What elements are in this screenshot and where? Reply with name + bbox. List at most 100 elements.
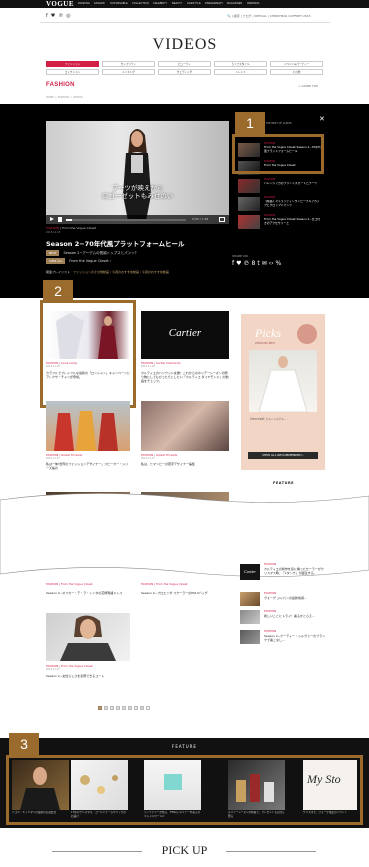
page-title: VIDEOS <box>152 36 218 53</box>
page-link[interactable]: 1 <box>98 706 102 710</box>
card-date: 2015.11.18 <box>141 365 155 368</box>
side-thumbnail[interactable] <box>240 610 260 624</box>
page-link[interactable]: 5 <box>122 706 126 710</box>
guide-top-link[interactable]: < GUIDE TOP <box>298 84 318 88</box>
heart-share-icon[interactable]: ♥ <box>236 260 241 268</box>
subnav-making[interactable]: メイキング <box>102 69 155 75</box>
model-figure <box>123 129 151 221</box>
social-row: f ♥ ℗ ◎ <box>46 13 71 19</box>
feature-title: FEATURE <box>172 744 197 749</box>
side-category: FASHION <box>264 629 277 633</box>
view-all-row[interactable]: VIEW ALL From the Vogue Closet › <box>46 258 111 264</box>
close-icon[interactable]: ✕ <box>319 116 325 123</box>
instagram-icon[interactable]: ◎ <box>66 13 70 19</box>
player-controls: 0:00 / 1:26 <box>46 215 229 224</box>
subnav-beauty[interactable]: ビューティ <box>158 61 211 67</box>
nav-collection[interactable]: COLLECTION <box>132 0 149 8</box>
cartier-logo: Cartier <box>168 327 202 339</box>
page-link[interactable]: 2 <box>104 706 108 710</box>
page-link[interactable]: 6 <box>128 706 132 710</box>
annotation-box-2 <box>40 300 136 408</box>
side-thumbnail[interactable] <box>240 630 260 644</box>
page-link[interactable]: 7 <box>134 706 138 710</box>
breadcrumb[interactable]: HOME > FASHION > VIDEOS <box>46 96 83 99</box>
facebook-share-icon[interactable]: f <box>232 260 234 268</box>
card-image[interactable] <box>46 401 130 451</box>
card-image[interactable]: Cartier <box>141 311 229 359</box>
page-link[interactable]: 8 <box>140 706 144 710</box>
card-text[interactable]: Season 2−オスカー・デ・ラ・レンタの花柄刺繍ドレス <box>46 591 130 603</box>
facebook-icon[interactable]: f <box>46 13 48 19</box>
seek-progress <box>66 219 72 221</box>
pickup-heading: PICK UP <box>161 843 208 857</box>
twitter-icon[interactable]: ♥ <box>51 13 55 19</box>
fullscreen-icon[interactable] <box>219 217 225 222</box>
side-text[interactable]: 新しいことにトライ！着るかとらえ... <box>264 614 326 622</box>
link-share-icon[interactable]: % <box>276 260 282 268</box>
play-icon[interactable] <box>50 217 54 221</box>
nav-lifestyle[interactable]: LIFESTYLE <box>187 0 201 8</box>
utility-links[interactable]: 🔍 | 検索 | ブログ | SPECIAL | CHRISTMAS COFFR… <box>227 13 311 19</box>
playlist-item[interactable]: FASHION 【特集】ストラッティンワンピーブルアカップとクロップドパンツ <box>238 196 324 212</box>
thumbnail <box>238 197 260 211</box>
pinterest-icon[interactable]: ℗ <box>58 13 63 19</box>
googleplus-share-icon[interactable]: 8 <box>252 260 256 268</box>
ad-subheading: WEDDING BETA <box>255 342 276 345</box>
card-text[interactable]: Season 2−女性らしさを表現できるコート <box>46 674 130 682</box>
related-playlist: 関連プレイリスト ファッションのその他動画 / 今週のおすすめ動画 / 今週のお… <box>46 270 169 274</box>
side-text[interactable]: Season 2−ケーティー・シルヴァーのブランクで着こなし... <box>264 634 326 646</box>
annotation-box-3 <box>6 755 363 825</box>
thumbnail <box>238 215 260 229</box>
subnav-wedding[interactable]: ウェディング <box>158 69 211 75</box>
card-image[interactable] <box>141 401 229 451</box>
tumblr-share-icon[interactable]: t <box>257 260 259 268</box>
pinterest-share-icon[interactable]: ℗ <box>244 260 250 268</box>
playlist-item[interactable]: FASHION バレンシアガのプリントスカートとブーツ <box>238 178 324 194</box>
card-image[interactable] <box>46 613 130 661</box>
page-link[interactable]: 3 <box>110 706 114 710</box>
nav-sustainable[interactable]: SUSTAINABLE <box>110 0 128 8</box>
card-text[interactable]: カルティエのハリウッド女優！これからのホリデーシーズンの贈り物にしてもぴったりと… <box>141 371 229 387</box>
nav-fashion[interactable]: FASHION <box>94 0 105 8</box>
subnav-events[interactable]: イベント&パーティー <box>270 61 323 67</box>
embed-share-icon[interactable]: ‹› <box>269 260 274 268</box>
nav-wedding[interactable]: WEDDING <box>247 0 260 8</box>
annotation-label-2: 2 <box>43 280 73 302</box>
card-text[interactable]: Season 2−プロエンザ スクーラーのPS13バッグ <box>141 591 229 603</box>
side-thumbnail[interactable] <box>240 592 260 606</box>
video-player[interactable]: ブーツが映えから ロゴーゼットもみせのい 0:00 / 1:26 <box>46 121 229 224</box>
side-category: FASHION <box>264 562 277 566</box>
side-thumbnail[interactable]: Cartier <box>240 564 260 580</box>
nav-ranking[interactable]: RANKING <box>78 0 90 8</box>
playlist-item[interactable]: FASHION From the Vogue Closet Season 2−ロ… <box>238 214 324 230</box>
card-text[interactable]: 私は一体!世界のファッションデザイナー」スピーカー・シリーズ編の <box>46 462 130 474</box>
subnav-trend[interactable]: トレンド <box>214 69 267 75</box>
card-text[interactable]: 私は、ヒマンビーの若手デザイナー編集 <box>141 462 229 474</box>
seek-bar[interactable] <box>66 219 186 221</box>
thumbnail <box>238 179 260 193</box>
nav-magazines[interactable]: MAGAZINES <box>227 0 242 8</box>
next-row[interactable]: NEXT Season 2−アーデムの長袖トップスとパンツ? <box>46 250 137 256</box>
nav-celebrity[interactable]: CELEBRITY <box>153 0 167 8</box>
side-category: FASHION <box>264 591 277 595</box>
next-page-link[interactable]: › <box>146 706 150 710</box>
side-text[interactable]: ヴォーグ ジャパンの最新情報... <box>264 596 326 604</box>
nav-finejewelry[interactable]: FINEJEWELRY <box>205 0 223 8</box>
subnav-collection[interactable]: コレクション <box>46 69 99 75</box>
side-text[interactable]: カルティエの新作を身に纏ったセーラーがクリスマス時、「Lタンク」が誕生する。 <box>264 567 326 587</box>
subnav-fashion[interactable]: ファッション <box>46 61 99 67</box>
mail-share-icon[interactable]: ✉ <box>262 260 267 268</box>
subnav-lifestyle[interactable]: ライフスタイル <box>214 61 267 67</box>
vogue-logo[interactable]: VOGUE <box>46 0 74 8</box>
subnav-other[interactable]: その他 <box>270 69 323 75</box>
video-subtitle: ブーツが映えから ロゴーゼットもみせのい <box>101 184 174 200</box>
models-figure <box>54 411 118 451</box>
ad-bride-image <box>249 350 317 413</box>
playlist-links[interactable]: ファッションのその他動画 / 今週のおすすめ動画 / 今週のおすすめ動画 <box>73 270 169 274</box>
volume-icon[interactable] <box>58 217 62 222</box>
subnav-celebrity[interactable]: セレブリティ <box>102 61 155 67</box>
nav-beauty[interactable]: BEAUTY <box>172 0 182 8</box>
view-all-recommended-button[interactable]: VIEW ALL RECOMMENDED › <box>248 452 318 459</box>
page-link[interactable]: 4 <box>116 706 120 710</box>
recommended-ad[interactable]: Picks WEDDING BETA 【FEATURE】ヒルトンホテル... V… <box>241 314 325 470</box>
